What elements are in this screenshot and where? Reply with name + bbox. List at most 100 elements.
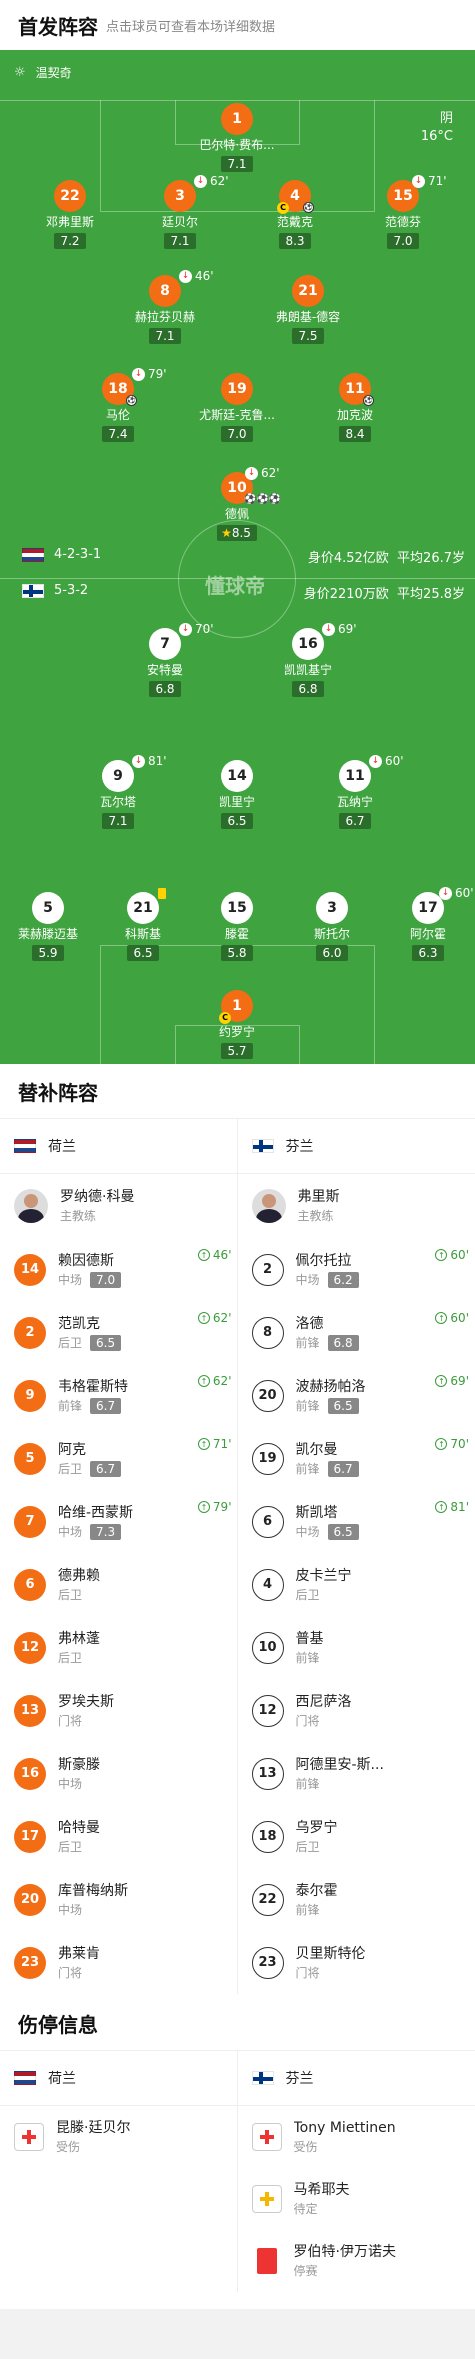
sub-player-meta: 中场 7.3 [58, 1523, 133, 1541]
player-name: 范戴克 [276, 215, 313, 229]
sub-player-row[interactable]: 2 范凯克 后卫 6.5 ↑ 62' [0, 1301, 238, 1364]
sub-player-meta: 门将 [296, 1964, 366, 1982]
injury-item[interactable]: Tony Miettinen 受伤 [238, 2106, 475, 2168]
sub-player-row[interactable]: 23 弗莱肯 门将 [0, 1931, 238, 1994]
sub-out-icon: ↓ [245, 466, 258, 480]
medical-kit-icon [251, 2123, 282, 2151]
sub-player-position: 后卫 [58, 1587, 83, 1602]
sub-player-row[interactable]: 7 哈维-西蒙斯 中场 7.3 ↑ 79' [0, 1490, 238, 1553]
sub-player-row[interactable]: 17 哈特曼 后卫 [0, 1805, 238, 1868]
player-home-19[interactable]: 19 尤斯廷-克鲁... 7.0 [182, 373, 292, 442]
sub-player-row[interactable]: 20 库普梅纳斯 中场 [0, 1868, 238, 1931]
sub-player-row[interactable]: 14 赖因德斯 中场 7.0 ↑ 46' [0, 1238, 238, 1301]
player-home-21[interactable]: 21 弗朗基-德容 7.5 [253, 275, 363, 344]
team-name: 芬兰 [285, 1139, 314, 1155]
player-home-18[interactable]: 18 ⚽ ↓ 79' 马伦 7.4 [63, 367, 173, 442]
sub-player-name: 弗莱肯 [58, 1945, 100, 1962]
sub-player-row[interactable]: 8 洛德 前锋 6.8 ↑ 60' [238, 1301, 475, 1364]
player-home-22[interactable]: 22 邓弗里斯 7.2 [15, 180, 125, 249]
sub-player-row[interactable]: 23 贝里斯特伦 门将 [238, 1931, 475, 1994]
sub-in-minute: 60' [450, 1248, 469, 1262]
sub-player-name: 弗林蓬 [58, 1630, 100, 1647]
lineup-title: 首发阵容 [18, 14, 98, 39]
sub-player-row[interactable]: 2 佩尔托拉 中场 6.2 ↑ 60' [238, 1238, 475, 1301]
sub-in-indicator: ↑ 81' [435, 1500, 469, 1514]
sub-player-meta: 后卫 [58, 1586, 100, 1604]
sub-player-row[interactable]: 6 德弗赖 后卫 [0, 1553, 238, 1616]
sub-player-meta: 前锋 6.7 [296, 1460, 359, 1478]
sub-player-row[interactable]: 16 斯豪滕 中场 [0, 1742, 238, 1805]
jersey-number: 21 [127, 892, 159, 924]
home-subs-column: 荷兰 罗纳德·科曼 主教练 14 赖因德斯 中场 7.0 ↑ 46' 2 范凯克 后卫 6.5 ↑ 6… [0, 1118, 238, 1994]
player-away-15[interactable]: 15 滕霍 5.8 [182, 892, 292, 961]
sub-player-name: 洛德 [295, 1315, 324, 1332]
player-rating: 5.8 [221, 945, 253, 961]
sub-player-row[interactable]: 19 凯尔曼 前锋 6.7 ↑ 70' [238, 1427, 475, 1490]
sub-player-row[interactable]: 18 乌罗宁 后卫 [238, 1805, 475, 1868]
jersey-number: 18 [251, 1820, 284, 1853]
sub-player-meta: 门将 [58, 1712, 114, 1730]
player-home-8[interactable]: 8 ↓ 46' 赫拉芬贝赫 7.1 [110, 269, 220, 344]
player-away-17[interactable]: 17 ↓ 60' 阿尔霍 6.3 [373, 886, 475, 961]
sub-player-row[interactable]: 22 泰尔霍 前锋 [238, 1868, 475, 1931]
player-name: 弗朗基-德容 [275, 310, 341, 324]
sub-player-meta: 前锋 6.8 [296, 1334, 359, 1352]
team-name: 芬兰 [285, 2071, 314, 2087]
player-rating: ★8.5 [217, 525, 257, 541]
sub-player-name: 韦格霍斯特 [58, 1378, 128, 1395]
player-home-1[interactable]: 1 巴尔特·费布... 7.1 [182, 103, 292, 172]
player-home-4[interactable]: 4 C ⚽ 范戴克 8.3 [240, 180, 350, 249]
jersey-number: 19 [251, 1442, 284, 1475]
sub-in-indicator: ↑ 60' [435, 1311, 469, 1325]
goal-ball-icon: ⚽ [126, 395, 137, 406]
sub-player-row[interactable]: 20 波赫扬帕洛 前锋 6.5 ↑ 69' [238, 1364, 475, 1427]
sub-player-position: 中场 [58, 1272, 83, 1287]
sub-player-row[interactable]: 12 西尼萨洛 门将 [238, 1679, 475, 1742]
injury-item[interactable]: 昆滕·廷贝尔 受伤 [0, 2106, 238, 2168]
player-away-9[interactable]: 9 ↓ 81' 瓦尔塔 7.1 [63, 754, 173, 829]
away-formation-row: 5-3-2 [22, 583, 88, 598]
sub-player-rating: 6.2 [327, 1271, 359, 1288]
sub-player-position: 中场 [58, 1776, 83, 1791]
sub-player-name: 斯豪滕 [58, 1756, 100, 1773]
player-away-3[interactable]: 3 斯托尔 6.0 [277, 892, 387, 961]
jersey-number: 2 [14, 1316, 46, 1349]
sub-player-row[interactable]: 13 阿德里安-斯... 前锋 [238, 1742, 475, 1805]
sub-player-meta: 后卫 6.7 [58, 1460, 122, 1478]
jersey-number: 17 [14, 1820, 46, 1853]
sub-in-indicator: ↑ 71' [197, 1437, 232, 1451]
injured-player-name: 罗伯特·伊万诺夫 [293, 2244, 396, 2260]
netherlands-flag-icon [22, 547, 44, 562]
player-home-11[interactable]: 11 ⚽ 加克波 8.4 [300, 373, 410, 442]
sub-out-indicator: ↓ 60' [369, 754, 404, 768]
sub-player-row[interactable]: 10 普基 前锋 [238, 1616, 475, 1679]
sub-player-rating: 6.7 [90, 1460, 122, 1477]
sub-minute: 60' [455, 886, 474, 900]
injury-item[interactable]: 马希耶夫 待定 [238, 2168, 475, 2230]
player-name: 廷贝尔 [161, 215, 198, 229]
home-coach[interactable]: 罗纳德·科曼 主教练 [0, 1174, 238, 1238]
player-home-3[interactable]: 3 ↓ 62' 廷贝尔 7.1 [125, 174, 235, 249]
player-rating: 6.5 [221, 813, 253, 829]
sub-out-icon: ↓ [439, 886, 452, 900]
player-away-1[interactable]: 1 C 约罗宁 5.7 [182, 990, 292, 1059]
sub-player-row[interactable]: 12 弗林蓬 后卫 [0, 1616, 238, 1679]
weather-temp: 16°C [420, 129, 453, 144]
sub-player-name: 阿德里安-斯... [295, 1756, 384, 1773]
player-away-7[interactable]: 7 ↓ 70' 安特曼 6.8 [110, 622, 220, 697]
sub-player-row[interactable]: 4 皮卡兰宁 后卫 [238, 1553, 475, 1616]
player-away-11[interactable]: 11 ↓ 60' 瓦纳宁 6.7 [300, 754, 410, 829]
away-age: 平均25.8岁 [397, 587, 465, 602]
sub-player-row[interactable]: 5 阿克 后卫 6.7 ↑ 71' [0, 1427, 238, 1490]
player-home-15[interactable]: 15 ↓ 71' 范德芬 7.0 [348, 174, 458, 249]
player-away-14[interactable]: 14 凯里宁 6.5 [182, 760, 292, 829]
player-name: 范德芬 [384, 215, 421, 229]
sub-player-row[interactable]: 9 韦格霍斯特 前锋 6.7 ↑ 62' [0, 1364, 238, 1427]
player-home-10[interactable]: 10 ↓ 62' ⚽⚽⚽ 德佩 ★8.5 [182, 466, 292, 541]
sub-player-name: 西尼萨洛 [295, 1693, 352, 1710]
sub-player-row[interactable]: 6 斯凯塔 中场 6.5 ↑ 81' [238, 1490, 475, 1553]
sub-player-row[interactable]: 13 罗埃夫斯 门将 [0, 1679, 238, 1742]
away-coach[interactable]: 弗里斯 主教练 [238, 1174, 475, 1238]
player-away-16[interactable]: 16 ↓ 69' 凯凯基宁 6.8 [253, 622, 363, 697]
injury-item[interactable]: 罗伯特·伊万诺夫 停赛 [238, 2230, 475, 2292]
